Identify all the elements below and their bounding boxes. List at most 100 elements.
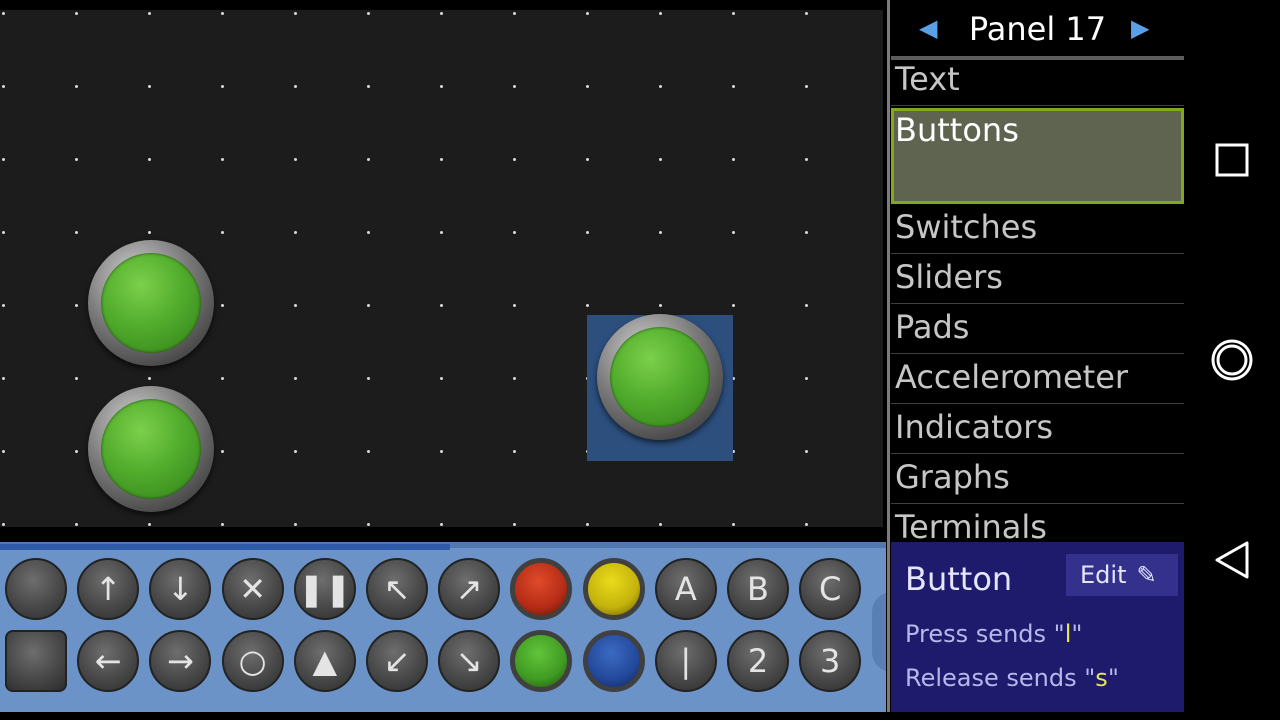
grid-dot bbox=[440, 304, 443, 307]
grid-dot bbox=[148, 158, 151, 161]
palette-scroll-thumb[interactable] bbox=[0, 544, 450, 550]
grid-dot bbox=[75, 231, 78, 234]
green-push-button[interactable] bbox=[88, 240, 214, 366]
b-button[interactable]: B bbox=[727, 558, 789, 620]
edit-label: Edit bbox=[1080, 561, 1127, 589]
grid-dot bbox=[294, 85, 297, 88]
c-button[interactable]: C bbox=[799, 558, 862, 620]
grid-dot bbox=[367, 304, 370, 307]
grid-dot bbox=[221, 231, 224, 234]
grid-dot bbox=[367, 158, 370, 161]
grid-dot bbox=[440, 12, 443, 15]
up-left-arrow-button[interactable]: ↖ bbox=[366, 558, 428, 620]
release-value: s bbox=[1095, 664, 1108, 692]
grid-dot bbox=[440, 523, 443, 526]
grid-dot bbox=[75, 450, 78, 453]
grid-dot bbox=[805, 85, 808, 88]
grid-dot bbox=[513, 12, 516, 15]
grid-dot bbox=[294, 12, 297, 15]
release-prefix: Release sends " bbox=[905, 664, 1096, 692]
partial-palette-button[interactable] bbox=[872, 592, 886, 672]
two-button[interactable]: 2 bbox=[727, 630, 789, 692]
press-suffix: " bbox=[1071, 620, 1083, 648]
grid-dot bbox=[367, 377, 370, 380]
grid-dot bbox=[805, 158, 808, 161]
grid-dot bbox=[2, 12, 5, 15]
blue-button[interactable] bbox=[582, 630, 645, 692]
grid-dot bbox=[805, 304, 808, 307]
grid-dot bbox=[805, 523, 808, 526]
system-nav-bar bbox=[1184, 0, 1280, 720]
up-right-arrow-button[interactable]: ↗ bbox=[438, 558, 501, 620]
grid-dot bbox=[2, 450, 5, 453]
left-arrow-button[interactable]: ← bbox=[77, 630, 140, 692]
category-terminals[interactable]: Terminals bbox=[891, 508, 1184, 540]
widget-info-panel: Button Edit ✎ Press sends "l" Release se… bbox=[891, 542, 1184, 712]
circle-icon[interactable] bbox=[1208, 336, 1256, 384]
category-buttons[interactable]: Buttons bbox=[891, 108, 1184, 204]
design-canvas[interactable] bbox=[0, 10, 883, 527]
grid-dot bbox=[2, 304, 5, 307]
edit-button[interactable]: Edit ✎ bbox=[1066, 554, 1178, 596]
cross-button[interactable]: ✕ bbox=[221, 558, 284, 620]
grid-dot bbox=[2, 231, 5, 234]
down-left-arrow-button[interactable]: ↙ bbox=[366, 630, 428, 692]
canvas-divider bbox=[887, 0, 890, 720]
release-suffix: " bbox=[1107, 664, 1119, 692]
grid-dot bbox=[294, 158, 297, 161]
category-indicators[interactable]: Indicators bbox=[891, 408, 1184, 454]
category-text[interactable]: Text bbox=[891, 60, 1184, 106]
category-graphs[interactable]: Graphs bbox=[891, 458, 1184, 504]
grid-dot bbox=[440, 231, 443, 234]
category-list[interactable]: Text Buttons Switches Sliders Pads Accel… bbox=[891, 60, 1184, 540]
grid-dot bbox=[221, 158, 224, 161]
grid-dot bbox=[659, 85, 662, 88]
green-button[interactable] bbox=[510, 630, 573, 692]
down-arrow-button[interactable]: ↓ bbox=[149, 558, 212, 620]
panel-header: ◀ Panel 17 ▶ bbox=[891, 0, 1184, 56]
triangle-back-icon[interactable] bbox=[1208, 536, 1256, 584]
grid-dot bbox=[659, 523, 662, 526]
one-button[interactable]: | bbox=[654, 630, 717, 692]
grid-dot bbox=[586, 85, 589, 88]
category-sliders[interactable]: Sliders bbox=[891, 258, 1184, 304]
grid-dot bbox=[75, 158, 78, 161]
grid-dot bbox=[148, 85, 151, 88]
grid-dot bbox=[513, 377, 516, 380]
plain-button[interactable] bbox=[5, 558, 67, 620]
grid-dot bbox=[367, 450, 370, 453]
category-switches[interactable]: Switches bbox=[891, 208, 1184, 254]
grid-dot bbox=[221, 85, 224, 88]
yellow-button[interactable] bbox=[582, 558, 645, 620]
grid-dot bbox=[2, 523, 5, 526]
square-button[interactable] bbox=[5, 630, 67, 692]
grid-dot bbox=[732, 85, 735, 88]
green-push-button[interactable] bbox=[88, 386, 214, 512]
grid-dot bbox=[367, 12, 370, 15]
a-button[interactable]: A bbox=[654, 558, 717, 620]
grid-dot bbox=[75, 523, 78, 526]
grid-dot bbox=[513, 85, 516, 88]
grid-dot bbox=[221, 304, 224, 307]
button-palette[interactable]: ↑ ↓ ✕ ❚❚ ↖ ↗ A B C ← → ○ ▲ ↙ ↘ | 2 3 bbox=[0, 542, 886, 712]
category-accelerometer[interactable]: Accelerometer bbox=[891, 358, 1184, 404]
grid-dot bbox=[367, 231, 370, 234]
grid-dot bbox=[513, 158, 516, 161]
grid-dot bbox=[294, 523, 297, 526]
selected-green-push-button[interactable] bbox=[597, 314, 723, 440]
grid-dot bbox=[294, 304, 297, 307]
triangle-button[interactable]: ▲ bbox=[293, 630, 356, 692]
square-icon[interactable] bbox=[1208, 136, 1256, 184]
category-pads[interactable]: Pads bbox=[891, 308, 1184, 354]
circle-button[interactable]: ○ bbox=[221, 630, 284, 692]
grid-dot bbox=[367, 85, 370, 88]
red-button[interactable] bbox=[510, 558, 573, 620]
press-sends-line: Press sends "l" bbox=[905, 620, 1082, 648]
pause-button[interactable]: ❚❚ bbox=[293, 558, 356, 620]
up-arrow-button[interactable]: ↑ bbox=[77, 558, 140, 620]
bottom-strip bbox=[0, 712, 1184, 720]
down-right-arrow-button[interactable]: ↘ bbox=[438, 630, 501, 692]
triangle-right-icon[interactable]: ▶ bbox=[1131, 14, 1149, 42]
three-button[interactable]: 3 bbox=[799, 630, 862, 692]
right-arrow-button[interactable]: → bbox=[149, 630, 212, 692]
